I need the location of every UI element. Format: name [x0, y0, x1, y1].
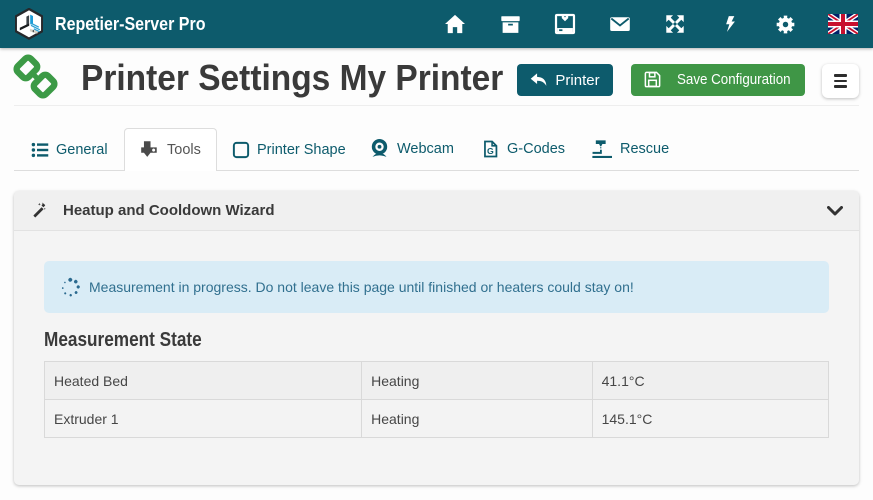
svg-text:G: G — [487, 146, 494, 156]
